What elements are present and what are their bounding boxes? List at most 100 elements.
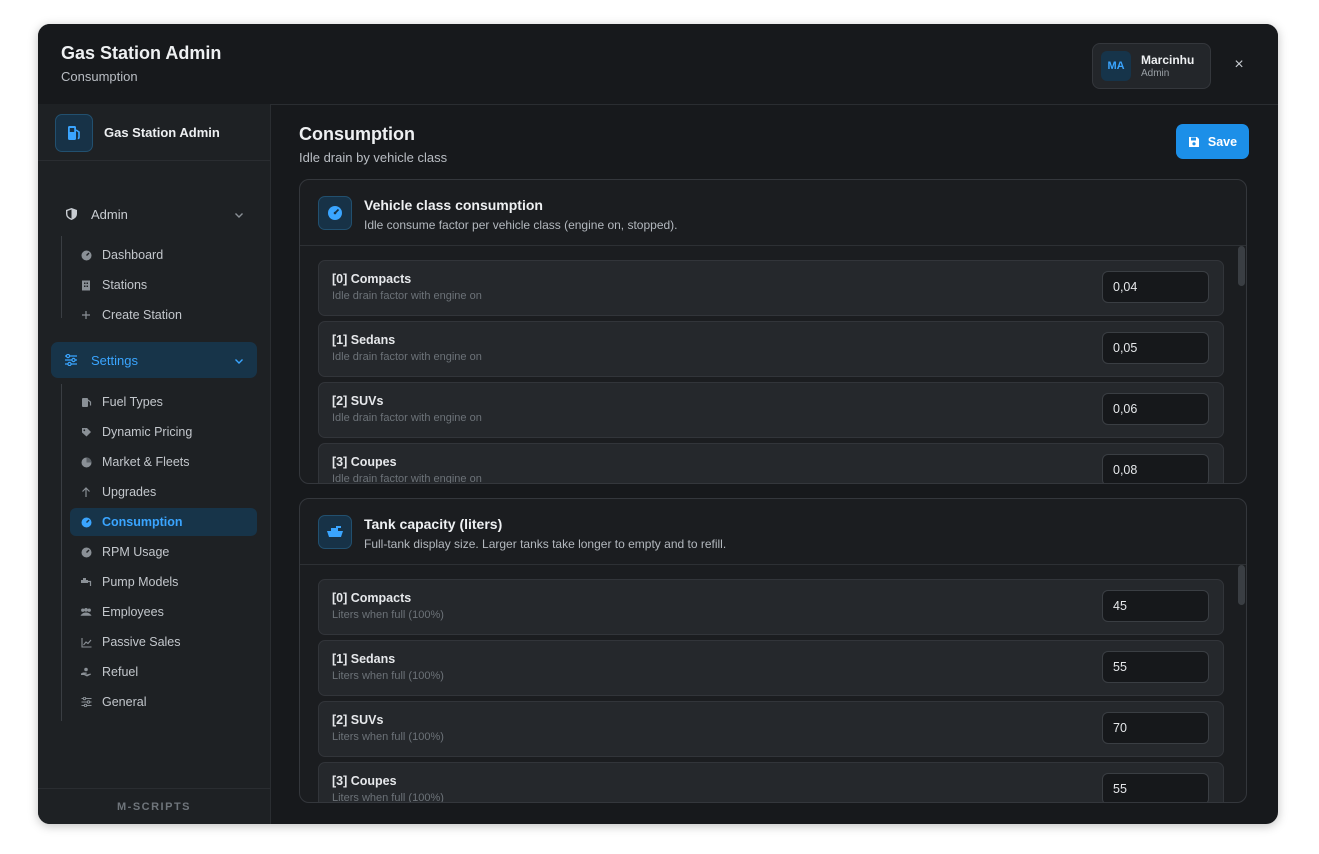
page-title: Consumption: [299, 124, 415, 144]
sidebar-item-upgrades[interactable]: Upgrades: [70, 478, 257, 506]
save-button-label: Save: [1207, 134, 1238, 149]
shield-icon: [63, 206, 79, 222]
section-body[interactable]: [0] Compacts Idle drain factor with engi…: [300, 246, 1246, 483]
sidebar-item-market-fleets[interactable]: Market & Fleets: [70, 448, 257, 476]
app-subtitle: Consumption: [61, 69, 138, 84]
sidebar-item-create-station[interactable]: Create Station: [70, 301, 257, 329]
value-input[interactable]: [1102, 454, 1209, 483]
save-button[interactable]: Save: [1176, 124, 1249, 159]
scrollbar[interactable]: [1238, 246, 1245, 286]
user-role: Admin: [1141, 68, 1170, 79]
sliders-icon: [63, 352, 79, 368]
sidebar-item-pump-models[interactable]: Pump Models: [70, 568, 257, 596]
section-title: Tank capacity (liters): [364, 516, 503, 532]
sidebar-item-label: Create Station: [102, 308, 182, 322]
row-label: [1] Sedans: [332, 333, 396, 347]
section-header: Tank capacity (liters) Full-tank display…: [300, 499, 1246, 565]
sidebar-item-employees[interactable]: Employees: [70, 598, 257, 626]
user-chip[interactable]: MA Marcinhu Admin: [1092, 43, 1211, 89]
sidebar-item-label: Refuel: [102, 665, 139, 679]
section-description: Idle consume factor per vehicle class (e…: [364, 218, 678, 232]
setting-row: [2] SUVs Liters when full (100%): [318, 701, 1224, 757]
fuel-pump-icon: [55, 114, 93, 152]
sidebar-item-label: Consumption: [102, 515, 183, 529]
sidebar-group-label: Admin: [91, 206, 128, 222]
section-body[interactable]: [0] Compacts Liters when full (100%) [1]…: [300, 565, 1246, 802]
row-hint: Liters when full (100%): [332, 670, 444, 682]
section-description: Full-tank display size. Larger tanks tak…: [364, 537, 727, 551]
fuel-icon: [80, 396, 92, 408]
building-icon: [80, 279, 92, 291]
section-header: Vehicle class consumption Idle consume f…: [300, 180, 1246, 246]
gauge-icon: [80, 516, 92, 528]
sidebar-item-label: Employees: [102, 605, 164, 619]
sidebar-item-label: General: [102, 695, 147, 709]
hand-icon: [80, 666, 92, 678]
value-input[interactable]: [1102, 590, 1209, 622]
sidebar-item-fuel-types[interactable]: Fuel Types: [70, 388, 257, 416]
floppy-disk-icon: [1188, 136, 1199, 147]
plus-icon: [80, 309, 92, 321]
value-input[interactable]: [1102, 393, 1209, 425]
sidebar-item-rpm-usage[interactable]: RPM Usage: [70, 538, 257, 566]
gauge-icon: [80, 546, 92, 558]
sidebar-item-general[interactable]: General: [70, 688, 257, 716]
row-hint: Liters when full (100%): [332, 792, 444, 802]
users-icon: [80, 606, 92, 618]
value-input[interactable]: [1102, 773, 1209, 802]
sidebar-item-label: Pump Models: [102, 575, 179, 589]
sidebar-group-settings[interactable]: Settings: [51, 342, 257, 378]
setting-row: [1] Sedans Idle drain factor with engine…: [318, 321, 1224, 377]
value-input[interactable]: [1102, 712, 1209, 744]
arrow-up-icon: [80, 486, 92, 498]
setting-row: [1] Sedans Liters when full (100%): [318, 640, 1224, 696]
sidebar-group-admin[interactable]: Admin: [51, 196, 257, 232]
app-header: Gas Station Admin Consumption MA Marcinh…: [38, 24, 1278, 105]
chart-line-icon: [80, 636, 92, 648]
sidebar-item-label: Stations: [102, 278, 148, 292]
sidebar: Gas Station Admin Admin Dashboard Statio…: [38, 104, 271, 824]
dashboard-icon: [80, 249, 92, 261]
value-input[interactable]: [1102, 271, 1209, 303]
sliders-icon: [80, 696, 92, 708]
sidebar-item-dashboard[interactable]: Dashboard: [70, 241, 257, 269]
sidebar-item-label: Fuel Types: [102, 395, 163, 409]
row-hint: Liters when full (100%): [332, 731, 444, 743]
sidebar-item-dynamic-pricing[interactable]: Dynamic Pricing: [70, 418, 257, 446]
pie-chart-icon: [80, 456, 92, 468]
sidebar-item-passive-sales[interactable]: Passive Sales: [70, 628, 257, 656]
row-hint: Idle drain factor with engine on: [332, 290, 482, 302]
sidebar-item-label: Dashboard: [102, 248, 164, 262]
main-content: Consumption Idle drain by vehicle class …: [271, 104, 1278, 824]
row-label: [0] Compacts: [332, 272, 412, 286]
close-button[interactable]: ×: [1228, 54, 1250, 76]
row-label: [2] SUVs: [332, 394, 384, 408]
sidebar-item-label: RPM Usage: [102, 545, 170, 559]
tank-icon: [318, 515, 352, 549]
value-input[interactable]: [1102, 651, 1209, 683]
tag-icon: [80, 426, 92, 438]
sidebar-group-label: Settings: [91, 352, 138, 368]
setting-row: [0] Compacts Liters when full (100%): [318, 579, 1224, 635]
row-label: [0] Compacts: [332, 591, 412, 605]
section-title: Vehicle class consumption: [364, 197, 543, 213]
row-hint: Idle drain factor with engine on: [332, 473, 482, 483]
scrollbar[interactable]: [1238, 565, 1245, 605]
sidebar-item-refuel[interactable]: Refuel: [70, 658, 257, 686]
setting-row: [3] Coupes Liters when full (100%): [318, 762, 1224, 802]
tree-line: [61, 384, 62, 721]
chevron-down-icon: [233, 354, 245, 366]
sidebar-footer: M-SCRIPTS: [38, 788, 270, 824]
value-input[interactable]: [1102, 332, 1209, 364]
setting-row: [0] Compacts Idle drain factor with engi…: [318, 260, 1224, 316]
app-window: Gas Station Admin Consumption MA Marcinh…: [38, 24, 1278, 824]
row-label: [2] SUVs: [332, 713, 384, 727]
avatar: MA: [1101, 51, 1131, 81]
row-hint: Idle drain factor with engine on: [332, 412, 482, 424]
section-tank-capacity: Tank capacity (liters) Full-tank display…: [299, 498, 1247, 803]
chevron-down-icon: [233, 208, 245, 220]
setting-row: [2] SUVs Idle drain factor with engine o…: [318, 382, 1224, 438]
sidebar-item-stations[interactable]: Stations: [70, 271, 257, 299]
row-hint: Liters when full (100%): [332, 609, 444, 621]
sidebar-item-consumption[interactable]: Consumption: [70, 508, 257, 536]
